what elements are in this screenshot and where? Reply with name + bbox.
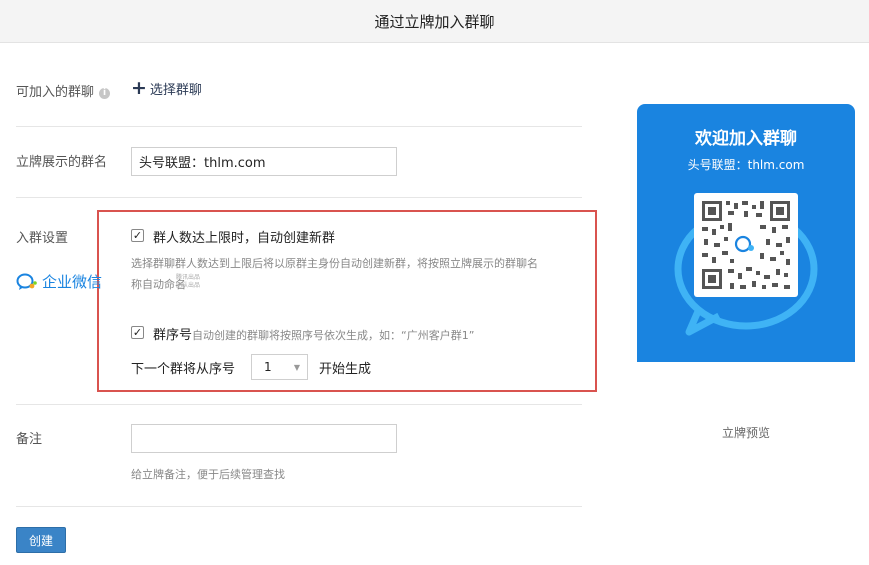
serial-hint: 自动创建的群聊将按照序号依次生成，如：“广州客户群1” <box>192 329 475 342</box>
preview-card: 欢迎加入群聊 头号联盟：thlm.com <box>637 104 855 410</box>
remark-hint: 给立牌备注，便于后续管理查找 <box>131 468 285 481</box>
preview-label: 立牌预览 <box>721 426 770 440</box>
display-name-input[interactable]: 头号联盟：thlm.com <box>131 147 397 176</box>
divider <box>16 404 582 405</box>
serial-checkbox[interactable]: ✓ <box>131 326 144 339</box>
display-name-value: 头号联盟：thlm.com <box>139 156 266 171</box>
settings-label: 入群设置 <box>16 231 69 246</box>
chevron-down-icon: ▼ <box>293 363 300 372</box>
plus-icon: + <box>131 77 147 99</box>
divider <box>16 506 582 507</box>
display-name-label: 立牌展示的群名 <box>16 155 108 170</box>
page-header: 通过立牌加入群聊 <box>0 0 869 43</box>
remark-input[interactable] <box>131 424 397 453</box>
joinable-groups-label-text: 可加入的群聊 <box>16 85 95 100</box>
auto-create-checkbox[interactable]: ✓ <box>131 229 144 242</box>
brand-small-text: 腾讯出品 团队出品 <box>176 274 200 290</box>
qr-code-icon <box>700 199 792 291</box>
wecom-logo-icon <box>16 273 37 290</box>
wecom-brand-text: 企业微信 <box>42 273 103 291</box>
divider <box>16 197 582 198</box>
serial-title: 群序号自动创建的群聊将按照序号依次生成，如：“广州客户群1” <box>153 324 474 343</box>
next-serial-select[interactable]: 1 ▼ <box>251 354 308 380</box>
auto-create-hint-1: 选择群聊群人数达到上限后将以原群主身份自动创建新群，将按照立牌展示的群聊名 <box>131 257 538 270</box>
divider <box>16 126 582 127</box>
next-serial-suffix: 开始生成 <box>319 362 372 377</box>
info-icon[interactable]: i <box>99 88 111 99</box>
page-title: 通过立牌加入群聊 <box>374 12 495 31</box>
choose-group-label: 选择群聊 <box>149 83 202 98</box>
create-button[interactable]: 创建 <box>16 527 66 553</box>
next-serial-prefix: 下一个群将从序号 <box>131 362 236 377</box>
serial-title-text: 群序号 <box>153 328 193 343</box>
brand-small-line2: 团队出品 <box>176 282 201 289</box>
joinable-groups-label: 可加入的群聊 i <box>16 81 111 100</box>
brand-small-line1: 腾讯出品 <box>176 274 201 281</box>
next-serial-value: 1 <box>264 360 272 374</box>
preview-card-bottom <box>637 362 855 410</box>
remark-label: 备注 <box>16 432 43 447</box>
auto-create-title: 群人数达上限时，自动创建新群 <box>153 231 336 246</box>
choose-group-button[interactable]: + 选择群聊 <box>131 77 202 99</box>
wecom-brand: 企业微信 <box>16 271 102 292</box>
